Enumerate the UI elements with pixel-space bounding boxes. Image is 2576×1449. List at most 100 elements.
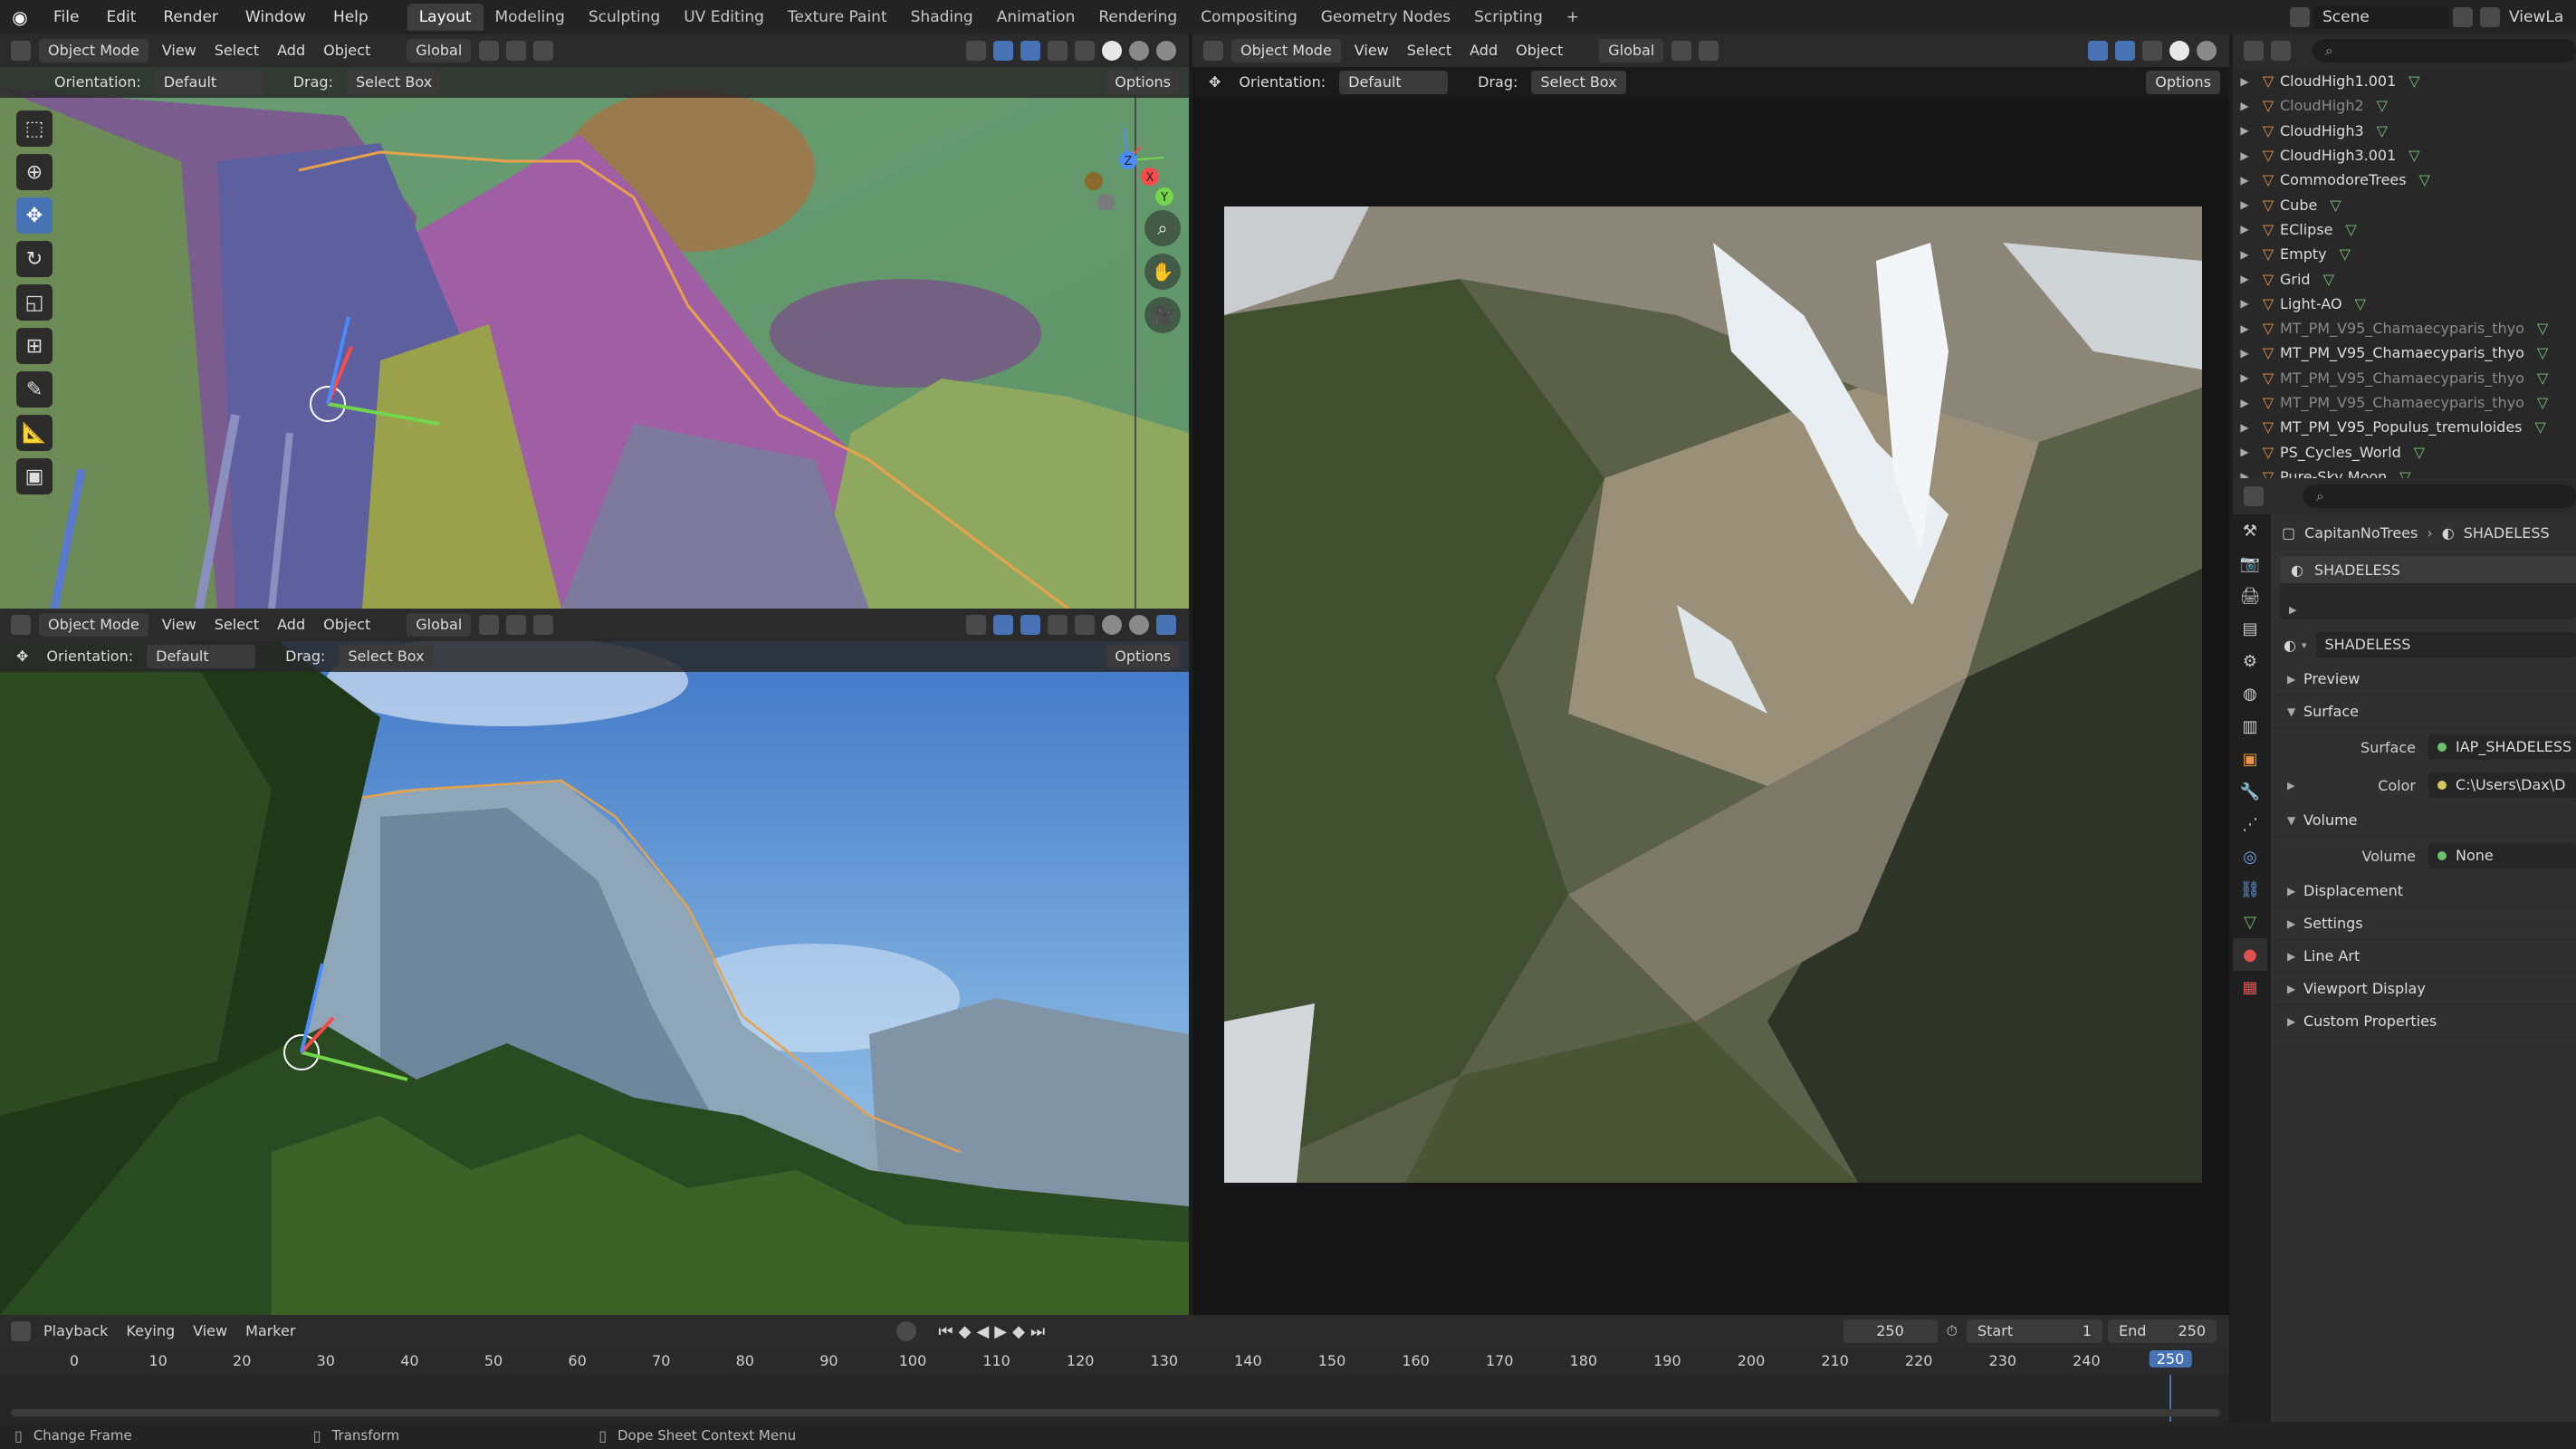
constraints-tab-icon[interactable]: ⛓ (2233, 873, 2267, 906)
mesh-data-icon[interactable]: ▽ (2340, 245, 2351, 263)
pivot-icon-3[interactable] (1671, 41, 1692, 61)
add-cube-tool[interactable]: ▣ (16, 458, 53, 494)
outliner-search-icon[interactable]: ⌕ (2313, 39, 2576, 62)
editor-type-icon[interactable] (11, 41, 31, 61)
options-dropdown[interactable]: Options (1106, 71, 1180, 94)
expand-arrow-icon[interactable]: ▶ (2233, 223, 2256, 235)
scale-tool[interactable]: ◱ (16, 284, 53, 321)
visibility-icon[interactable] (966, 41, 986, 61)
transform-orientation-dropdown[interactable]: Global (407, 39, 472, 62)
select-box-tool[interactable]: ⬚ (16, 110, 53, 147)
tab-shading[interactable]: Shading (899, 4, 985, 31)
section-line-art[interactable]: ▶ Line Art (2274, 940, 2576, 973)
outliner-row[interactable]: ▶ ▽ MT_PM_V95_Populus_tremuloides ▽ (2233, 415, 2576, 439)
outliner-row[interactable]: ▶ ▽ MT_PM_V95_Chamaecyparis_thyo ▽ (2233, 366, 2576, 390)
color-expand-icon[interactable]: ▶ (2287, 780, 2305, 792)
rotate-tool[interactable]: ↻ (16, 241, 53, 277)
expand-arrow-icon[interactable]: ▶ (2233, 273, 2256, 285)
mode-dropdown-3[interactable]: Object Mode (1231, 39, 1341, 62)
record-icon[interactable] (896, 1321, 917, 1341)
mesh-data-icon[interactable]: ▽ (2537, 394, 2548, 411)
viewlayer-icon[interactable] (2480, 7, 2500, 27)
data-tab-icon[interactable]: ▽ (2233, 906, 2267, 938)
outliner-row[interactable]: ▶ ▽ MT_PM_V95_Chamaecyparis_thyo ▽ (2233, 390, 2576, 415)
orientation-dropdown-2[interactable]: Default (147, 645, 256, 668)
outliner-row[interactable]: ▶ ▽ MT_PM_V95_Chamaecyparis_thyo ▽ (2233, 316, 2576, 341)
mesh-data-icon[interactable]: ▽ (2355, 295, 2366, 312)
section-preview[interactable]: ▶ Preview (2274, 663, 2576, 696)
mesh-data-icon[interactable]: ▽ (2535, 418, 2546, 436)
viewport-bottom-left[interactable]: Object Mode View Select Add Object Globa… (0, 609, 1189, 1315)
tab-modeling[interactable]: Modeling (484, 4, 577, 31)
menu-render[interactable]: Render (149, 0, 232, 34)
menu-view-3[interactable]: View (1345, 37, 1398, 64)
move-tool-icon[interactable]: ✥ (0, 643, 37, 670)
world-tab-icon[interactable]: ◍ (2233, 677, 2267, 710)
gizmo-toggle-icon-3[interactable] (2088, 41, 2108, 61)
outliner-row[interactable]: ▶ ▽ EClipse ▽ (2233, 217, 2576, 242)
scene-selector[interactable]: Scene (2313, 5, 2449, 29)
section-settings[interactable]: ▶ Settings (2274, 907, 2576, 940)
outliner-row[interactable]: ▶ ▽ Light-AO ▽ (2233, 292, 2576, 316)
mode-dropdown[interactable]: Object Mode (39, 39, 148, 62)
transform-orientation-dropdown-2[interactable]: Global (407, 613, 472, 637)
tab-animation[interactable]: Animation (985, 4, 1087, 31)
outliner-row[interactable]: ▶ ▽ PS_Cycles_World ▽ (2233, 439, 2576, 464)
menu-select-3[interactable]: Select (1398, 37, 1460, 64)
editor-type-icon-2[interactable] (11, 615, 31, 635)
tab-sculpting[interactable]: Sculpting (577, 4, 672, 31)
timeline-editor-icon[interactable] (11, 1321, 31, 1341)
mesh-data-icon[interactable]: ▽ (2537, 369, 2548, 387)
shading-rendered-icon-2[interactable] (1156, 615, 1176, 635)
shading-solid-icon-3[interactable] (2169, 41, 2189, 61)
xray-icon[interactable] (1048, 41, 1068, 61)
menu-help[interactable]: Help (320, 0, 382, 34)
outliner-row[interactable]: ▶ ▽ CloudHigh2 ▽ (2233, 93, 2576, 118)
menu-select[interactable]: Select (206, 37, 268, 64)
outliner-row[interactable]: ▶ ▽ CloudHigh1.001 ▽ (2233, 69, 2576, 93)
transform-orientation-dropdown-3[interactable]: Global (1599, 39, 1664, 62)
expand-arrow-icon[interactable]: ▶ (2233, 174, 2256, 187)
snap-icon[interactable] (506, 41, 527, 61)
pan-hand-icon[interactable]: ✋ (1144, 254, 1181, 290)
xray-icon-2[interactable] (1048, 615, 1068, 635)
blender-logo-icon[interactable]: ◉ (0, 6, 40, 28)
timeline-ruler[interactable]: 250 0 10 20 30 40 50 60 70 80 90 100 110 120 130 140 15… (0, 1348, 2229, 1375)
outliner-row[interactable]: ▶ ▽ MT_PM_V95_Chamaecyparis_thyo ▽ (2233, 341, 2576, 365)
outliner-row[interactable]: ▶ ▽ Grid ▽ (2233, 266, 2576, 291)
menu-add-3[interactable]: Add (1460, 37, 1507, 64)
properties-search-icon[interactable]: ⌕ (2303, 485, 2576, 508)
add-workspace-button[interactable]: + (1555, 4, 1591, 31)
object-tab-icon[interactable]: ▣ (2233, 743, 2267, 775)
collection-tab-icon[interactable]: ▥ (2233, 710, 2267, 743)
measure-tool[interactable]: 📐 (16, 415, 53, 451)
outliner-row[interactable]: ▶ ▽ CommodoreTrees ▽ (2233, 168, 2576, 192)
visibility-icon-2[interactable] (966, 615, 986, 635)
expand-arrow-icon[interactable]: ▶ (2233, 248, 2256, 261)
outliner-row[interactable]: ▶ ▽ Cube ▽ (2233, 192, 2576, 216)
outliner-row[interactable]: ▶ ▽ CloudHigh3.001 ▽ (2233, 143, 2576, 168)
mesh-data-icon[interactable]: ▽ (2323, 271, 2334, 288)
shading-wireframe-icon[interactable] (1075, 41, 1095, 61)
section-custom-properties[interactable]: ▶ Custom Properties (2274, 1005, 2576, 1038)
viewlayer-selector[interactable]: ViewLa (2504, 8, 2563, 26)
snap-icon-3[interactable] (1699, 41, 1719, 61)
options-dropdown-3[interactable]: Options (2146, 71, 2220, 94)
properties-type-icon[interactable] (2244, 486, 2264, 506)
section-displacement[interactable]: ▶ Displacement (2274, 875, 2576, 907)
tab-uv-editing[interactable]: UV Editing (672, 4, 776, 31)
tab-texture-paint[interactable]: Texture Paint (776, 4, 899, 31)
volume-field[interactable]: None (2428, 843, 2576, 868)
menu-window[interactable]: Window (232, 0, 320, 34)
options-dropdown-2[interactable]: Options (1106, 645, 1180, 668)
gizmo-toggle-icon-2[interactable] (993, 615, 1013, 635)
menu-add-2[interactable]: Add (268, 611, 314, 638)
outliner-filter-icon[interactable] (2271, 41, 2291, 61)
mesh-data-icon[interactable]: ▽ (2408, 72, 2419, 90)
mesh-data-icon[interactable]: ▽ (2537, 320, 2548, 337)
end-frame-field[interactable]: End 250 (2108, 1319, 2217, 1343)
playback-controls-icon[interactable]: ⏮◆◀▶◆⏭ (938, 1322, 1050, 1341)
expand-arrow-icon[interactable]: ▶ (2233, 149, 2256, 162)
timeline-playback-menu[interactable]: Playback (34, 1318, 117, 1345)
menu-object-3[interactable]: Object (1507, 37, 1572, 64)
